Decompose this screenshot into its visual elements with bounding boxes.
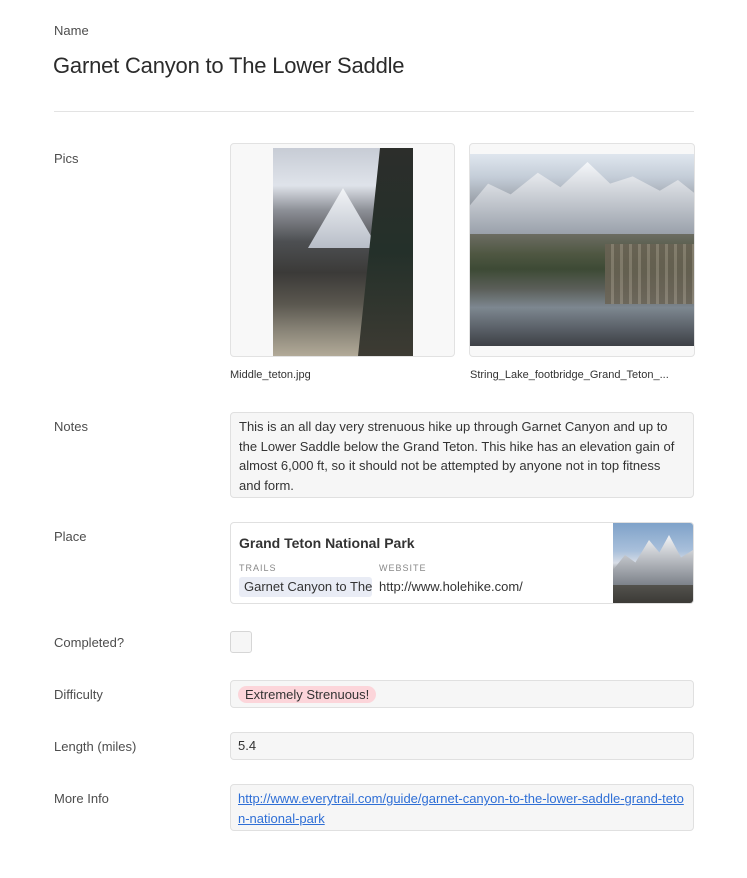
length-label: Length (miles) bbox=[54, 739, 137, 754]
length-field[interactable]: 5.4 bbox=[230, 732, 694, 760]
notes-label: Notes bbox=[54, 419, 88, 434]
linked-record-title: Grand Teton National Park bbox=[239, 535, 415, 551]
difficulty-label: Difficulty bbox=[54, 687, 103, 702]
notes-field[interactable]: This is an all day very strenuous hike u… bbox=[230, 412, 694, 498]
attachment-thumbnail-middle-teton[interactable] bbox=[230, 143, 455, 357]
attachment-filename[interactable]: Middle_teton.jpg bbox=[230, 369, 450, 381]
attachment-thumbnail-string-lake[interactable] bbox=[469, 143, 695, 357]
place-thumbnail bbox=[613, 523, 693, 603]
pics-label: Pics bbox=[54, 151, 79, 166]
mountain-photo bbox=[273, 148, 413, 356]
record-name[interactable]: Garnet Canyon to The Lower Saddle bbox=[53, 53, 405, 79]
more-info-field[interactable]: http://www.everytrail.com/guide/garnet-c… bbox=[230, 784, 694, 831]
trails-heading: TRAILS bbox=[239, 563, 277, 573]
difficulty-pill: Extremely Strenuous! bbox=[238, 686, 377, 703]
divider bbox=[54, 111, 694, 112]
website-heading: WEBSITE bbox=[379, 563, 427, 573]
completed-checkbox[interactable] bbox=[230, 631, 252, 653]
more-info-link[interactable]: http://www.everytrail.com/guide/garnet-c… bbox=[238, 791, 684, 826]
website-value: http://www.holehike.com/ bbox=[379, 579, 523, 594]
more-info-label: More Info bbox=[54, 791, 109, 806]
difficulty-select[interactable]: Extremely Strenuous! bbox=[230, 680, 694, 708]
linked-record-card[interactable]: Grand Teton National Park TRAILS Garnet … bbox=[230, 522, 694, 604]
trail-chip: Garnet Canyon to The Lower Saddle bbox=[239, 577, 372, 597]
attachment-filename[interactable]: String_Lake_footbridge_Grand_Teton_... bbox=[470, 369, 694, 381]
name-label: Name bbox=[54, 23, 89, 38]
place-label: Place bbox=[54, 529, 87, 544]
completed-label: Completed? bbox=[54, 635, 125, 650]
lake-footbridge-photo bbox=[470, 154, 694, 346]
